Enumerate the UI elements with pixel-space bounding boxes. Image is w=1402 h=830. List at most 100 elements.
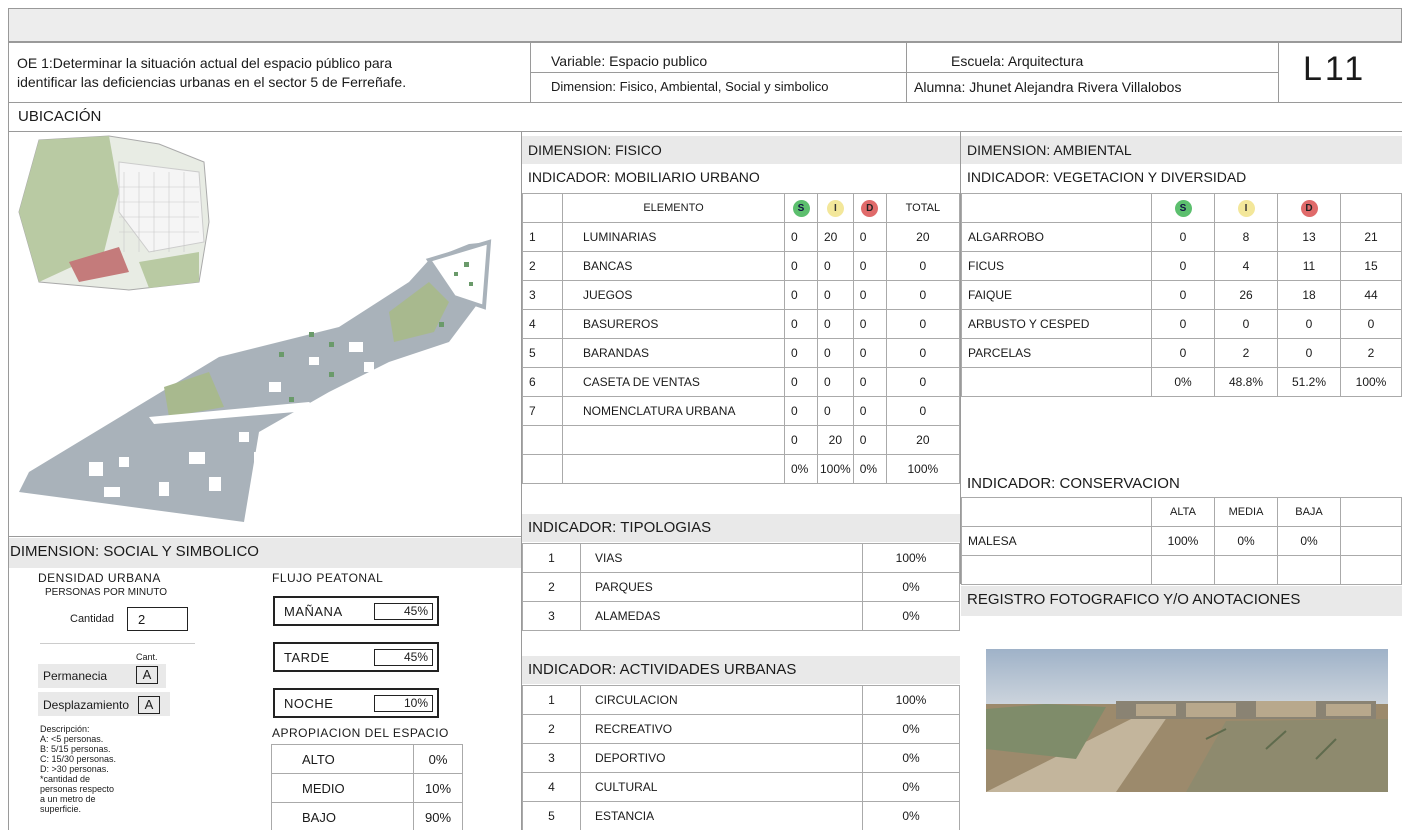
item-name: DEPORTIVO	[580, 743, 863, 773]
veg-value-total: 15	[1340, 251, 1402, 281]
descripcion-line: *cantidad de	[40, 774, 91, 784]
value-d: 0	[852, 396, 887, 426]
veg-pct-d: 51.2%	[1277, 367, 1341, 397]
actividad-row: 5 ESTANCIA 0%	[522, 801, 960, 830]
item-name: ESTANCIA	[580, 801, 863, 830]
veg-value-d: 11	[1277, 251, 1341, 281]
apropiacion-value: 90%	[413, 802, 463, 830]
flujo-box: MAÑANA 45%	[273, 596, 439, 626]
densidad-subtitle: PERSONAS POR MINUTO	[45, 587, 168, 598]
row-number: 2	[522, 572, 581, 602]
item-percent: 0%	[862, 601, 960, 631]
value-s: 0	[784, 251, 818, 281]
value-i: 0	[817, 396, 854, 426]
species-name: ALGARROBO	[961, 222, 1152, 252]
mobiliario-header-row: ELEMENTO S I D TOTAL	[522, 193, 961, 223]
species-name: ARBUSTO Y CESPED	[961, 309, 1152, 339]
conservacion-header-row: ALTA MEDIA BAJA	[961, 497, 1402, 527]
veg-value-i: 4	[1214, 251, 1278, 281]
element-name: BASUREROS	[562, 309, 785, 339]
value-i: 0	[817, 280, 854, 310]
row-number: 1	[522, 222, 563, 252]
value-d: 0	[852, 251, 887, 281]
actividad-row: 4 CULTURAL 0%	[522, 772, 960, 802]
item-name: CULTURAL	[580, 772, 863, 802]
value-s: 0	[784, 309, 818, 339]
apropiacion-title: APROPIACION DEL ESPACIO	[272, 726, 449, 740]
item-name: RECREATIVO	[580, 714, 863, 744]
d-dot-icon: D	[861, 199, 879, 217]
veg-value-total: 0	[1340, 309, 1402, 339]
value-i: 0	[817, 367, 854, 397]
s-dot-icon: S	[792, 199, 810, 217]
value-total: 0	[885, 367, 961, 397]
vegetacion-row: FICUS 0 4 11 15	[961, 251, 1402, 281]
descripcion-line: C: 15/30 personas.	[40, 754, 117, 764]
mobiliario-pct-row: 0% 100% 0% 100%	[522, 454, 961, 484]
value-total: 0	[885, 280, 961, 310]
element-name: BARANDAS	[562, 338, 785, 368]
variable-label: Variable: Espacio publico	[551, 53, 708, 69]
row-number: 1	[522, 543, 581, 573]
mobiliario-indicator: INDICADOR: MOBILIARIO URBANO	[528, 169, 760, 185]
apropiacion-value: 10%	[413, 773, 463, 803]
veg-value-s: 0	[1151, 222, 1215, 252]
inset-city-map	[18, 135, 210, 291]
apropiacion-row: ALTO 0%	[271, 744, 463, 774]
desplazamiento-value: A	[138, 696, 160, 714]
cantidad-label: Cantidad	[70, 613, 115, 625]
value-i: 0	[817, 251, 854, 281]
element-name: CASETA DE VENTAS	[562, 367, 785, 397]
mobiliario-sum-row: 0 20 0 20	[522, 425, 961, 455]
mobiliario-row: 4 BASUREROS 0 0 0 0	[522, 309, 961, 339]
descripcion-line: superficie.	[40, 804, 82, 814]
malesa-label: MALESA	[961, 526, 1152, 556]
element-name: NOMENCLATURA URBANA	[562, 396, 785, 426]
top-bar	[8, 8, 1402, 42]
flujo-label: MAÑANA	[284, 604, 343, 619]
veg-pct-i: 48.8%	[1214, 367, 1278, 397]
value-d: 0	[852, 309, 887, 339]
element-name: JUEGOS	[562, 280, 785, 310]
pct-s: 0%	[784, 454, 818, 484]
malesa-media: 0%	[1214, 526, 1278, 556]
veg-pct-total: 100%	[1340, 367, 1402, 397]
row-number: 3	[522, 601, 581, 631]
veg-s-dot-icon: S	[1174, 199, 1192, 217]
apropiacion-row: MEDIO 10%	[271, 773, 463, 803]
veg-value-s: 0	[1151, 251, 1215, 281]
mobiliario-row: 3 JUEGOS 0 0 0 0	[522, 280, 961, 310]
veg-value-d: 18	[1277, 280, 1341, 310]
item-percent: 0%	[862, 572, 960, 602]
flujo-value: 45%	[374, 603, 433, 620]
dimension-label: Dimension: Fisico, Ambiental, Social y s…	[551, 79, 829, 94]
value-total: 0	[885, 396, 961, 426]
value-s: 0	[784, 367, 818, 397]
fisico-title: DIMENSION: FISICO	[522, 136, 960, 164]
veg-value-d: 0	[1277, 338, 1341, 368]
vegetacion-row: PARCELAS 0 2 0 2	[961, 338, 1402, 368]
descripcion-line: Descripción:	[40, 724, 90, 734]
total-header: TOTAL	[885, 193, 961, 223]
row-number: 4	[522, 772, 581, 802]
value-d: 0	[852, 280, 887, 310]
baja-header: BAJA	[1277, 497, 1341, 527]
actividades-title: INDICADOR: ACTIVIDADES URBANAS	[522, 656, 960, 684]
descripcion-block: Descripción: A: <5 personas. B: 5/15 perso…	[40, 724, 140, 814]
flujo-label: NOCHE	[284, 696, 334, 711]
value-total: 0	[885, 251, 961, 281]
value-s: 0	[784, 338, 818, 368]
cant-label: Cant.	[136, 652, 158, 662]
value-i: 0	[817, 338, 854, 368]
row-number: 5	[522, 338, 563, 368]
mobiliario-row: 2 BANCAS 0 0 0 0	[522, 251, 961, 281]
veg-i-dot-icon: I	[1237, 199, 1255, 217]
veg-value-i: 8	[1214, 222, 1278, 252]
alumna-label: Alumna: Jhunet Alejandra Rivera Villalob…	[914, 79, 1182, 95]
value-i: 0	[817, 309, 854, 339]
conservacion-table: ALTA MEDIA BAJA MALESA 100% 0% 0%	[961, 497, 1402, 585]
value-d: 0	[852, 222, 887, 252]
item-percent: 100%	[862, 685, 960, 715]
item-percent: 0%	[862, 801, 960, 830]
flujo-value: 10%	[374, 695, 433, 712]
